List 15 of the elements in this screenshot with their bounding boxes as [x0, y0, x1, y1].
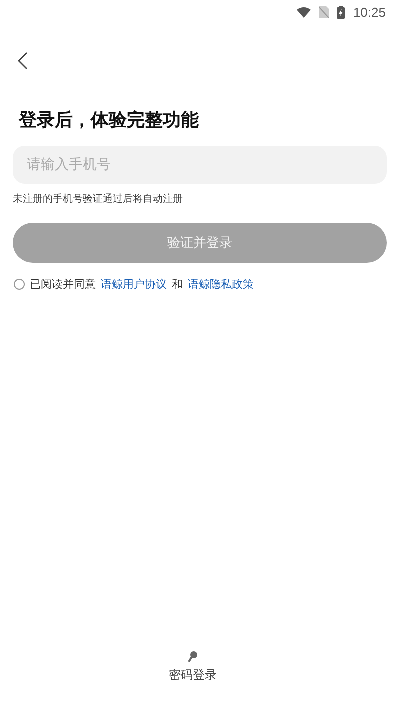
agreement-link[interactable]: 语鲸隐私政策: [188, 277, 254, 292]
back-icon[interactable]: [17, 52, 29, 70]
agreement-joiner: 和: [172, 277, 183, 292]
battery-icon: [337, 6, 346, 18]
hint-text: 未注册的手机号验证通过后将自动注册: [13, 192, 183, 206]
no-sim-icon: [319, 6, 330, 18]
page-title: 登录后，体验完整功能: [19, 110, 200, 132]
agreement-link[interactable]: 语鲸用户协议: [101, 277, 167, 292]
status-time: 10:25: [353, 4, 386, 20]
agree-radio[interactable]: [14, 279, 25, 290]
password-login-button[interactable]: 密码登录: [169, 651, 217, 684]
phone-input-field[interactable]: 请输入手机号: [13, 146, 387, 184]
key-icon: [188, 651, 198, 663]
wifi-icon: [297, 6, 312, 18]
agreement-text: 已阅读并同意: [30, 277, 96, 292]
